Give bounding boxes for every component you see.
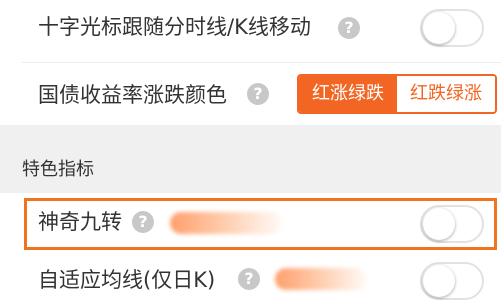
color-scheme-segmented-control: 红涨绿跌 红跌绿涨	[297, 74, 497, 114]
section-title: 特色指标	[22, 159, 94, 180]
crosshair-setting-row: 十字光标跟随分时线/K线移动 ?	[0, 0, 501, 62]
toggle-knob	[423, 265, 455, 297]
option-red-down-green-up[interactable]: 红跌绿涨	[397, 76, 495, 112]
option-red-up-green-down[interactable]: 红涨绿跌	[299, 76, 397, 112]
help-icon[interactable]: ?	[247, 83, 269, 105]
help-icon[interactable]: ?	[338, 17, 360, 39]
bond-yield-color-label: 国债收益率涨跌颜色	[38, 83, 227, 107]
crosshair-setting-label: 十字光标跟随分时线/K线移动	[38, 15, 311, 39]
redacted-badge	[275, 268, 367, 290]
help-icon[interactable]: ?	[238, 268, 260, 290]
adaptive-ma-row: 自适应均线(仅日K) ?	[0, 258, 501, 300]
toggle-knob	[423, 12, 455, 44]
section-header: 特色指标	[0, 125, 501, 193]
adaptive-ma-toggle[interactable]	[420, 262, 484, 300]
highlight-box	[24, 198, 497, 250]
crosshair-toggle[interactable]	[420, 9, 484, 47]
